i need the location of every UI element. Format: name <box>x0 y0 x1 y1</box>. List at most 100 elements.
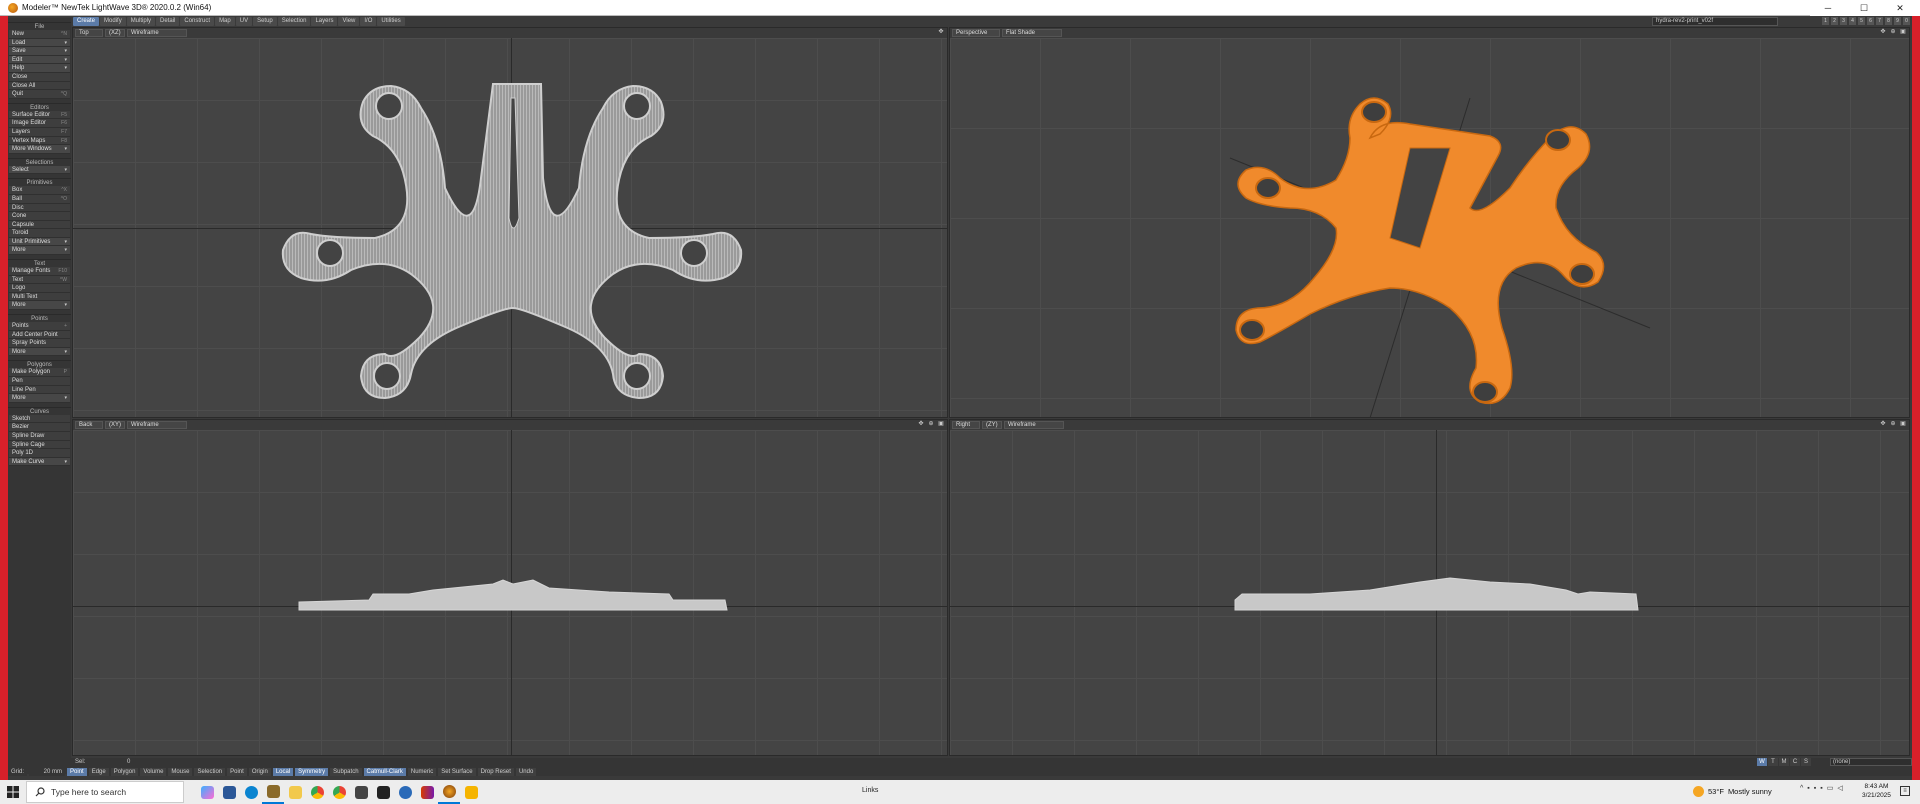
taskbar-app-copilot[interactable] <box>196 780 218 804</box>
tray-app-icon[interactable]: ▪ <box>1820 785 1822 792</box>
curves-poly-1d-button[interactable]: Poly 1D <box>9 449 70 458</box>
curves-spline-cage-button[interactable]: Spline Cage <box>9 440 70 450</box>
object-layer-dropdown[interactable]: hydra-rev2-print_v02f <box>1652 17 1778 26</box>
bottom-local-button[interactable]: Local <box>272 767 294 776</box>
primitives-disc-button[interactable]: Disc <box>9 203 70 213</box>
bottom-point-button[interactable]: Point <box>227 767 247 776</box>
tray-app-icon[interactable]: ▪ <box>1807 785 1809 792</box>
shade-mode-dropdown[interactable]: Wireframe <box>127 421 187 429</box>
maximize-window-button[interactable]: ☐ <box>1846 0 1882 16</box>
bottom-mouse-button[interactable]: Mouse <box>168 767 193 776</box>
points-more-dropdown[interactable]: More ▾ <box>9 347 70 357</box>
taskbar-app-folder[interactable] <box>284 780 306 804</box>
tab-layers[interactable]: Layers <box>311 17 338 26</box>
taskbar-app-office[interactable] <box>416 780 438 804</box>
vmap-dropdown[interactable]: (none) <box>1830 758 1912 766</box>
file-quit-button[interactable]: Quit ^Q <box>9 90 70 99</box>
points-points-button[interactable]: Points + <box>9 322 70 331</box>
curves-bezier-button[interactable]: Bezier <box>9 423 70 432</box>
tab-construct[interactable]: Construct <box>180 17 215 26</box>
layer-3-button[interactable]: 3 <box>1840 17 1847 25</box>
tab-selection[interactable]: Selection <box>277 17 311 26</box>
file-load-dropdown[interactable]: Load ▾ <box>9 38 70 48</box>
bottom-volume-button[interactable]: Volume <box>140 767 167 776</box>
view-type-dropdown[interactable]: Perspective <box>952 29 1000 37</box>
curves-sketch-button[interactable]: Sketch <box>9 414 70 424</box>
taskbar-app-chrome[interactable] <box>306 780 328 804</box>
perspective-viewport[interactable]: Perspective Flat Shade ✥ ⊕ ▣ <box>949 27 1910 418</box>
editors-surface-editor-button[interactable]: Surface Editor F5 <box>9 110 70 120</box>
editors-layers-button[interactable]: Layers F7 <box>9 127 70 137</box>
editors-more-windows-dropdown[interactable]: More Windows ▾ <box>9 145 70 154</box>
primitives-unit-primitives-dropdown[interactable]: Unit Primitives ▾ <box>9 237 70 247</box>
bottom-polygon-button[interactable]: Polygon <box>110 767 139 776</box>
network-icon[interactable]: ▭ <box>1827 784 1834 792</box>
taskbar-app-v[interactable] <box>460 780 482 804</box>
view-type-dropdown[interactable]: Top <box>75 29 103 37</box>
tab-modify[interactable]: Modify <box>100 17 126 26</box>
volume-icon[interactable]: ◁ <box>1837 784 1842 792</box>
layer-7-button[interactable]: 7 <box>1876 17 1883 25</box>
taskbar-app-font[interactable] <box>350 780 372 804</box>
points-spray-points-button[interactable]: Spray Points <box>9 339 70 348</box>
layer-1-button[interactable]: 1 <box>1822 17 1829 25</box>
taskbar-app-pen[interactable] <box>262 780 284 804</box>
primitives-more-dropdown[interactable]: More ▾ <box>9 246 70 256</box>
shade-mode-dropdown[interactable]: Wireframe <box>1004 421 1064 429</box>
bottom-origin-button[interactable]: Origin <box>248 767 271 776</box>
move-view-icon[interactable]: ✥ <box>917 421 925 428</box>
minimize-window-button[interactable]: ─ <box>1810 0 1846 16</box>
bottom-set-surface-button[interactable]: Set Surface <box>438 767 476 776</box>
bottom-edge-button[interactable]: Edge <box>88 767 109 776</box>
right-viewport[interactable]: Right (ZY) Wireframe ✥ ⊕ ▣ <box>949 419 1910 756</box>
bottom-point-button[interactable]: Point <box>67 767 87 776</box>
primitives-cone-button[interactable]: Cone <box>9 212 70 221</box>
back-viewport[interactable]: Back (XY) Wireframe ✥ ⊕ ▣ <box>72 419 948 756</box>
polygons-line-pen-button[interactable]: Line Pen <box>9 385 70 395</box>
selections-select-dropdown[interactable]: Select ▾ <box>9 165 70 175</box>
move-view-icon[interactable]: ✥ <box>937 29 945 36</box>
layer-9-button[interactable]: 9 <box>1894 17 1901 25</box>
zoom-view-icon[interactable]: ⊕ <box>1889 421 1897 428</box>
text-more-dropdown[interactable]: More ▾ <box>9 301 70 311</box>
file-new-button[interactable]: New ^N <box>9 30 70 39</box>
layer-8-button[interactable]: 8 <box>1885 17 1892 25</box>
taskbar-app-chrome-2[interactable] <box>328 780 350 804</box>
primitives-capsule-button[interactable]: Capsule <box>9 220 70 230</box>
notification-icon[interactable]: ≡ <box>1900 786 1910 796</box>
text-logo-button[interactable]: Logo <box>9 284 70 293</box>
tab-utilities[interactable]: Utilities <box>377 17 405 26</box>
bottom-drop-reset-button[interactable]: Drop Reset <box>477 767 514 776</box>
move-view-icon[interactable]: ✥ <box>1879 421 1887 428</box>
zoom-view-icon[interactable]: ⊕ <box>1889 29 1897 36</box>
weather-widget[interactable]: 53°F Mostly sunny <box>1693 786 1772 797</box>
tab-setup[interactable]: Setup <box>253 17 277 26</box>
primitives-toroid-button[interactable]: Toroid <box>9 229 70 238</box>
links-toolbar[interactable]: Links <box>862 787 878 794</box>
top-viewport[interactable]: Top (XZ) Wireframe ✥ <box>72 27 948 418</box>
tab-multiply[interactable]: Multiply <box>126 17 156 26</box>
layer-5-button[interactable]: 5 <box>1858 17 1865 25</box>
text-multi-text-button[interactable]: Multi Text <box>9 292 70 302</box>
file-close-button[interactable]: Close <box>9 72 70 82</box>
bottom-numeric-button[interactable]: Numeric <box>407 767 437 776</box>
mode-s-button[interactable]: S <box>1801 758 1811 766</box>
mode-m-button[interactable]: M <box>1779 758 1789 766</box>
shade-mode-dropdown[interactable]: Wireframe <box>127 29 187 37</box>
bottom-catmull-clark-button[interactable]: Catmull-Clark <box>363 767 406 776</box>
chevron-up-icon[interactable]: ^ <box>1800 785 1803 792</box>
layer-10-button[interactable]: 0 <box>1903 17 1910 25</box>
taskbar-clock[interactable]: 8:43 AM 3/21/2025 <box>1862 782 1891 800</box>
maximize-view-icon[interactable]: ▣ <box>1899 421 1907 428</box>
tab-uv[interactable]: UV <box>235 17 253 26</box>
primitives-box-button[interactable]: Box ^X <box>9 186 70 195</box>
text-manage-fonts-button[interactable]: Manage Fonts F10 <box>9 267 70 276</box>
start-button[interactable] <box>0 780 26 804</box>
points-add-center-point-button[interactable]: Add Center Point <box>9 330 70 340</box>
tray-app-icon[interactable]: ▪ <box>1814 785 1816 792</box>
taskbar-app-mx[interactable] <box>372 780 394 804</box>
taskbar-app-blue[interactable] <box>394 780 416 804</box>
mode-w-button[interactable]: W <box>1757 758 1767 766</box>
view-type-dropdown[interactable]: Back <box>75 421 103 429</box>
file-edit-dropdown[interactable]: Edit ▾ <box>9 55 70 65</box>
